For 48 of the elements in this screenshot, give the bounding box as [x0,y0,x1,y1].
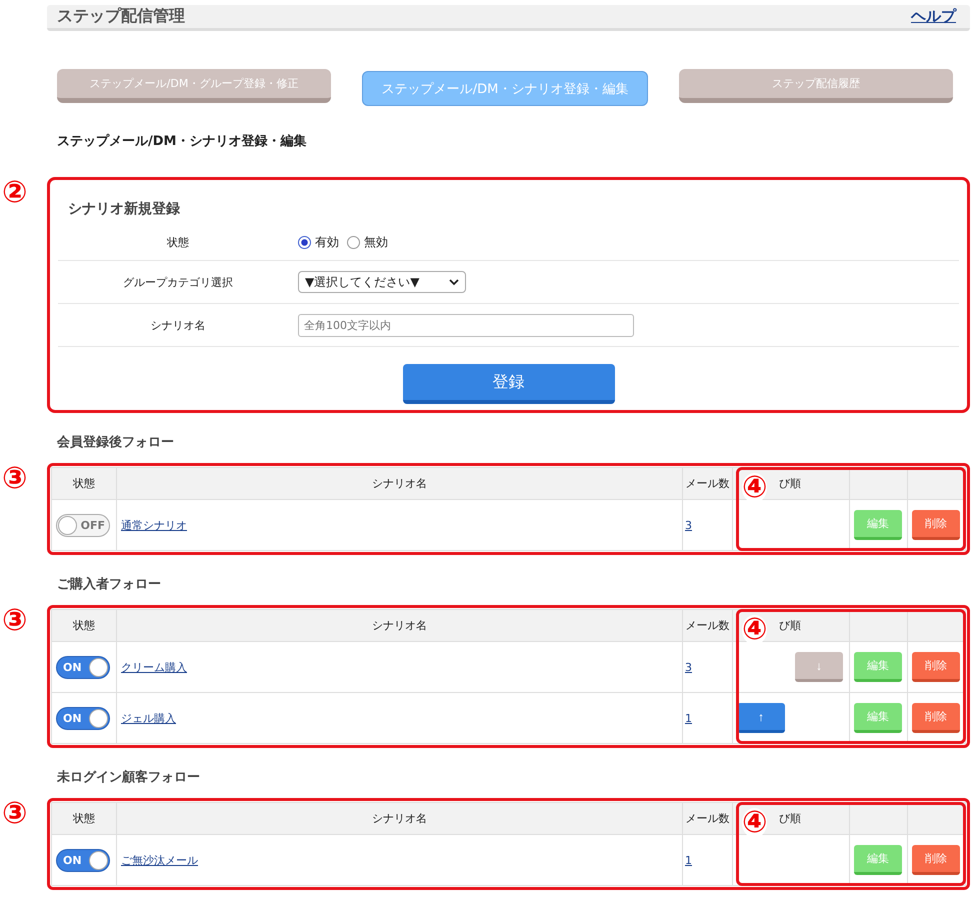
radio-label[interactable]: 無効 [364,234,388,250]
column-header: 状態 [52,468,116,500]
mail-count-link[interactable]: 3 [685,518,692,532]
toggle-switch[interactable]: OFF [56,514,110,536]
move-up-button[interactable]: ↑ [737,703,785,733]
delete-button[interactable]: 削除 [912,510,960,540]
group-title: ご購入者フォロー [57,576,162,593]
radio-button[interactable] [347,236,360,248]
toggle-switch[interactable]: ON [56,706,110,730]
mail-count-link[interactable]: 1 [685,712,692,724]
annotation-number: ③ [2,799,28,829]
column-header: シナリオ名 [116,610,682,642]
scenario-name-field[interactable]: 全角100文字以内 [298,314,634,336]
mail-count-link[interactable]: 3 [685,660,692,674]
column-header: メール数 [682,610,732,642]
column-header: メール数 [682,468,732,500]
delete-button[interactable]: 削除 [912,845,960,875]
group-title: 会員登録後フォロー [57,434,175,451]
radio-button[interactable] [298,236,311,248]
delete-button[interactable]: 削除 [912,652,960,682]
column-header: シナリオ名 [116,802,682,834]
annotation-number: ② [2,178,28,208]
group-title: 未ログイン顧客フォロー [57,768,201,786]
scenario-link[interactable]: ご無沙汰メール [121,854,198,866]
toggle-switch[interactable]: ON [56,848,110,872]
column-header: シナリオ名 [116,468,682,500]
column-header: 状態 [52,802,116,834]
section-title: ステップメール/DM・シナリオ登録・編集 [57,132,308,150]
field-label: グループカテゴリ選択 [122,274,234,290]
radio-label[interactable]: 有効 [315,234,339,250]
column-header: 状態 [52,610,116,642]
field-label: 状態 [166,234,190,250]
register-button[interactable]: 登録 [402,364,614,404]
toggle-switch[interactable]: ON [56,656,110,678]
column-header: メール数 [682,802,732,834]
annotation-number: ③ [2,606,28,636]
delete-button[interactable]: 削除 [912,703,960,733]
scenario-link[interactable]: クリーム購入 [121,660,187,674]
page-title: ステップ配信管理 [57,6,185,27]
field-label: シナリオ名 [150,318,206,332]
help-link[interactable]: ヘルプ [911,7,956,26]
scenario-link[interactable]: 通常シナリオ [121,518,187,532]
scenario-link[interactable]: ジェル購入 [121,712,176,724]
category-dropdown[interactable]: ▼選択してください▼ [298,271,466,293]
annotation-number: ③ [2,464,28,494]
form-title: シナリオ新規登録 [68,200,181,218]
mail-count-link[interactable]: 1 [685,854,692,866]
chevron-icon [449,278,459,286]
